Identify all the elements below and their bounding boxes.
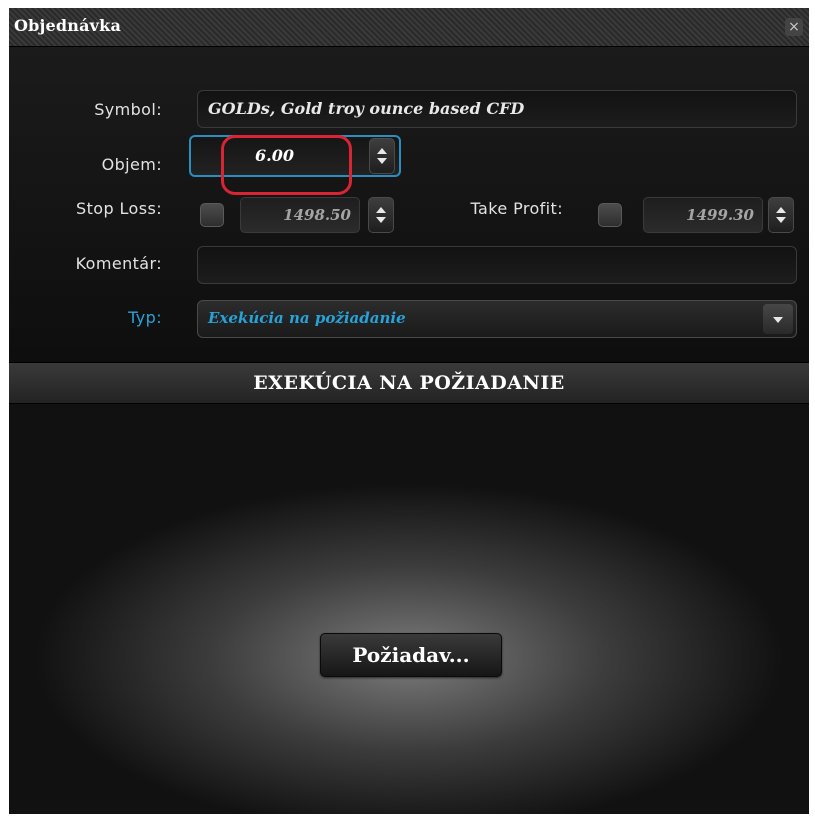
stop-loss-spinner[interactable] (368, 197, 394, 233)
stop-loss-label: Stop Loss: (76, 199, 162, 218)
chevron-down-icon (773, 317, 783, 323)
spinner-arrows-icon (776, 207, 786, 223)
type-dropdown-button[interactable] (763, 304, 793, 334)
take-profit-label: Take Profit: (470, 199, 563, 218)
stop-loss-field[interactable]: 1498.50 (240, 197, 360, 233)
type-label: Typ: (128, 308, 162, 327)
symbol-value: GOLDs, Gold troy ounce based CFD (208, 99, 525, 118)
comment-label: Komentár: (75, 254, 162, 273)
close-button[interactable]: × (785, 18, 803, 36)
comment-field[interactable] (197, 246, 797, 284)
execution-panel: Požiadav... (9, 404, 809, 814)
type-select[interactable]: Exekúcia na požiadanie (197, 300, 797, 338)
volume-spinner[interactable] (369, 138, 395, 174)
type-value: Exekúcia na požiadanie (208, 309, 406, 327)
dialog-title: Objednávka (14, 16, 122, 35)
close-icon: × (788, 19, 800, 35)
request-button[interactable]: Požiadav... (320, 633, 502, 677)
symbol-label: Symbol: (94, 100, 162, 119)
title-bar[interactable]: Objednávka × (9, 8, 809, 47)
execution-mode-header: EXEKÚCIA NA POŽIADANIE (9, 362, 809, 404)
stop-loss-checkbox[interactable] (200, 203, 224, 227)
order-dialog: Objednávka × Symbol: GOLDs, Gold troy ou… (9, 8, 809, 814)
spinner-arrows-icon (376, 207, 386, 223)
volume-label: Objem: (101, 155, 162, 174)
stop-loss-value: 1498.50 (283, 206, 351, 224)
order-form: Symbol: GOLDs, Gold troy ounce based CFD… (9, 47, 809, 362)
symbol-field[interactable]: GOLDs, Gold troy ounce based CFD (197, 90, 797, 128)
take-profit-value: 1499.30 (686, 206, 754, 224)
take-profit-checkbox[interactable] (598, 203, 622, 227)
spinner-arrows-icon (377, 148, 387, 164)
take-profit-spinner[interactable] (768, 197, 794, 233)
volume-highlight-annotation (221, 135, 352, 195)
take-profit-field[interactable]: 1499.30 (643, 197, 763, 233)
execution-mode-title: EXEKÚCIA NA POŽIADANIE (253, 372, 565, 394)
